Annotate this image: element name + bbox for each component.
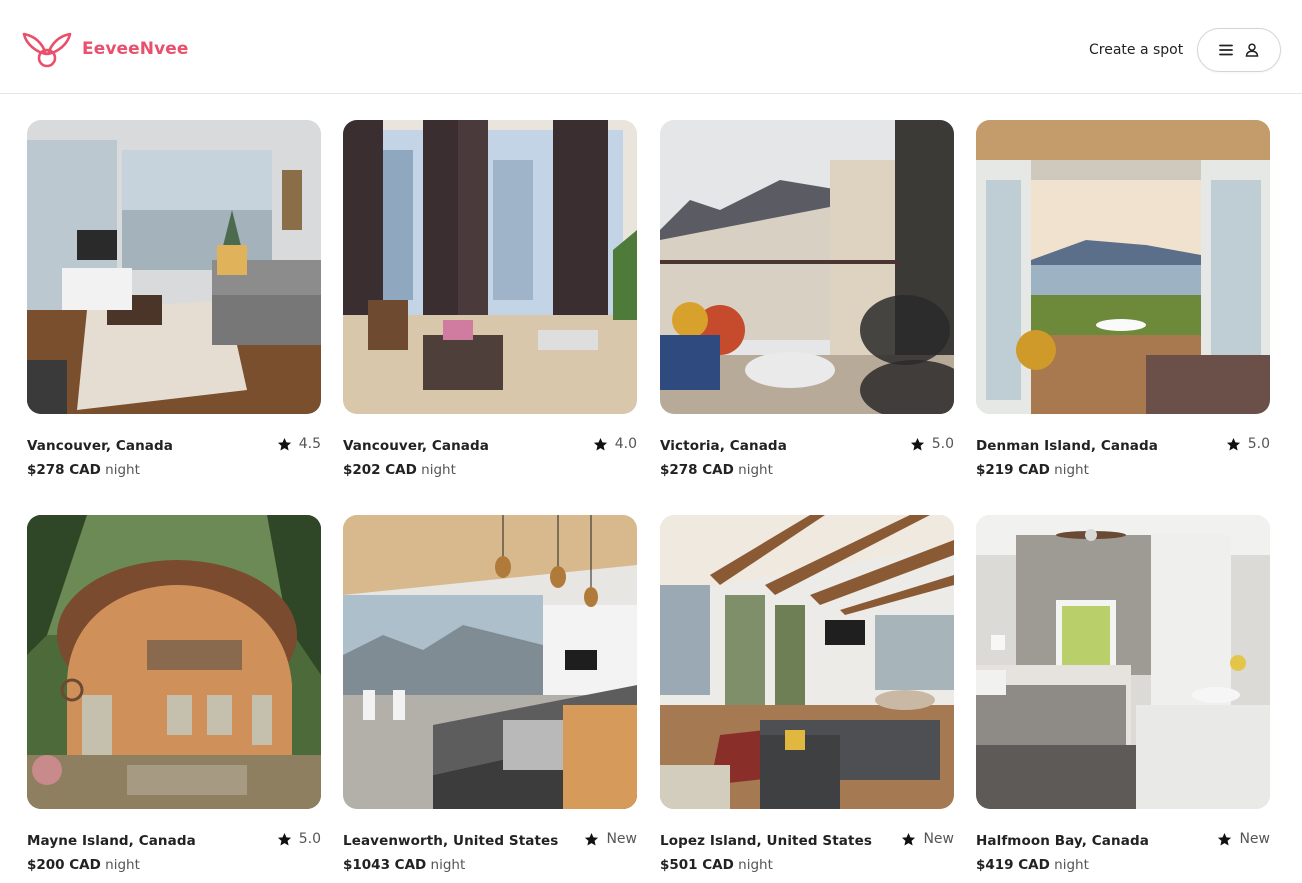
price-amount: $200 CAD <box>27 857 101 873</box>
listing-price: $202 CAD night <box>343 462 456 478</box>
rating-value: New <box>606 831 637 847</box>
price-amount: $202 CAD <box>343 462 417 478</box>
listing-photo[interactable] <box>343 120 637 414</box>
bedroom-photo <box>976 515 1270 809</box>
listing-card[interactable]: Halfmoon Bay, Canada New $419 CAD night <box>976 515 1270 875</box>
listing-card[interactable]: Leavenworth, United States New $1043 CAD… <box>343 515 637 875</box>
listing-card[interactable]: Vancouver, Canada 4.5 $278 CAD night <box>27 120 321 480</box>
star-icon <box>277 437 291 450</box>
star-icon <box>902 832 916 845</box>
price-amount: $219 CAD <box>976 462 1050 478</box>
rating-value: 4.5 <box>298 436 321 452</box>
listing-photo[interactable] <box>976 120 1270 414</box>
listing-location: Lopez Island, United States <box>660 833 872 849</box>
user-icon <box>1245 43 1259 57</box>
listing-card[interactable]: Mayne Island, Canada 5.0 $200 CAD night <box>27 515 321 875</box>
listing-rating: 4.5 <box>277 436 321 452</box>
kitchen-photo <box>343 515 637 809</box>
price-unit: night <box>1054 857 1089 873</box>
price-amount: $278 CAD <box>660 462 734 478</box>
home-logo-link[interactable]: EeveeNvee <box>22 30 189 68</box>
cob-cottage-photo <box>27 515 321 809</box>
brand-name: EeveeNvee <box>82 39 189 59</box>
star-icon <box>277 832 291 845</box>
listing-rating: New <box>1217 831 1270 847</box>
living-room-photo <box>27 120 321 414</box>
listing-price: $200 CAD night <box>27 857 140 873</box>
listing-card[interactable]: Vancouver, Canada 4.0 $202 CAD night <box>343 120 637 480</box>
star-icon <box>1218 832 1232 845</box>
rating-value: New <box>1239 831 1270 847</box>
listing-price: $419 CAD night <box>976 857 1089 873</box>
listing-photo[interactable] <box>343 515 637 809</box>
deck-photo <box>976 120 1270 414</box>
price-unit: night <box>421 462 456 478</box>
rating-value: New <box>923 831 954 847</box>
listing-rating: New <box>584 831 637 847</box>
hamburger-icon <box>1219 44 1233 56</box>
listing-photo[interactable] <box>660 515 954 809</box>
price-amount: $1043 CAD <box>343 857 427 873</box>
listing-photo[interactable] <box>27 515 321 809</box>
rating-value: 4.0 <box>614 436 637 452</box>
listing-location: Leavenworth, United States <box>343 833 559 849</box>
price-unit: night <box>430 857 466 873</box>
beamed-living-room-photo <box>660 515 954 809</box>
listing-location: Vancouver, Canada <box>343 438 489 454</box>
star-icon <box>593 437 607 450</box>
listing-rating: 5.0 <box>910 436 954 452</box>
price-unit: night <box>738 462 773 478</box>
listing-rating: New <box>901 831 954 847</box>
listing-price: $278 CAD night <box>660 462 773 478</box>
listing-price: $278 CAD night <box>27 462 140 478</box>
listing-card[interactable]: Denman Island, Canada 5.0 $219 CAD night <box>976 120 1270 480</box>
listing-price: $219 CAD night <box>976 462 1089 478</box>
rating-value: 5.0 <box>1247 436 1270 452</box>
listing-photo[interactable] <box>976 515 1270 809</box>
listing-location: Mayne Island, Canada <box>27 833 196 849</box>
star-icon <box>910 437 924 450</box>
star-icon <box>585 832 599 845</box>
balcony-photo <box>660 120 954 414</box>
create-spot-link[interactable]: Create a spot <box>1089 42 1183 58</box>
listing-photo[interactable] <box>27 120 321 414</box>
listing-rating: 5.0 <box>1226 436 1270 452</box>
listing-photo[interactable] <box>660 120 954 414</box>
price-unit: night <box>1054 462 1089 478</box>
top-nav-bar: EeveeNvee Create a spot <box>0 0 1302 94</box>
listing-location: Halfmoon Bay, Canada <box>976 833 1149 849</box>
price-amount: $278 CAD <box>27 462 101 478</box>
condo-photo <box>343 120 637 414</box>
listing-card[interactable]: Victoria, Canada 5.0 $278 CAD night <box>660 120 954 480</box>
star-icon <box>1226 437 1240 450</box>
listing-location: Vancouver, Canada <box>27 438 173 454</box>
rating-value: 5.0 <box>298 831 321 847</box>
listing-rating: 4.0 <box>593 436 637 452</box>
price-unit: night <box>105 857 140 873</box>
listing-price: $1043 CAD night <box>343 857 465 873</box>
price-unit: night <box>105 462 140 478</box>
price-amount: $419 CAD <box>976 857 1050 873</box>
profile-menu-button[interactable] <box>1197 28 1281 72</box>
price-amount: $501 CAD <box>660 857 734 873</box>
bunny-logo-icon <box>22 32 72 68</box>
listing-price: $501 CAD night <box>660 857 773 873</box>
price-unit: night <box>738 857 773 873</box>
rating-value: 5.0 <box>931 436 954 452</box>
listing-location: Denman Island, Canada <box>976 438 1158 454</box>
listing-location: Victoria, Canada <box>660 438 787 454</box>
listing-card[interactable]: Lopez Island, United States New $501 CAD… <box>660 515 954 875</box>
listing-rating: 5.0 <box>277 831 321 847</box>
